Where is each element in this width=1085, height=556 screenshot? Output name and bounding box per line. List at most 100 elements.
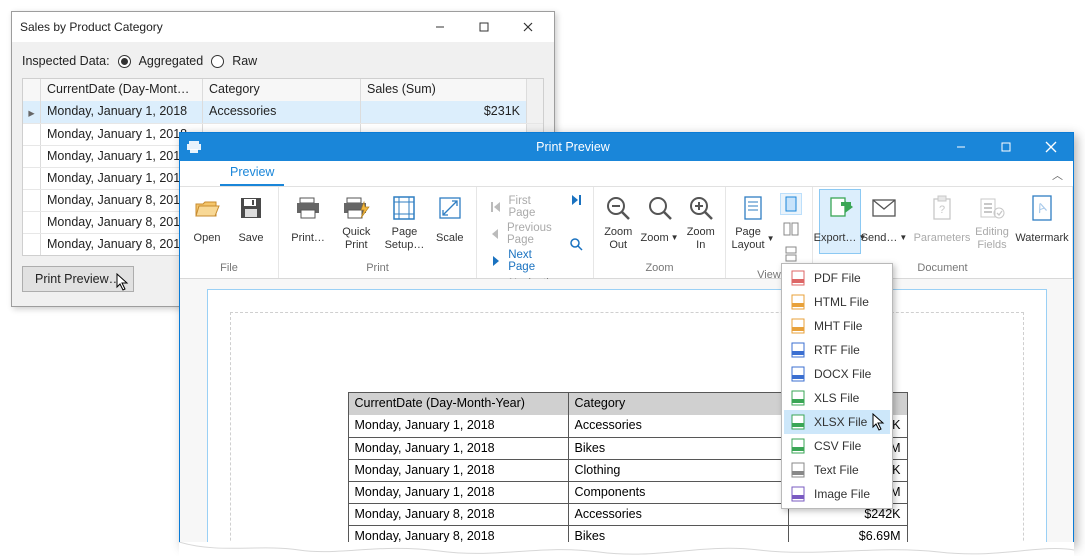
single-page-view-button[interactable]	[780, 193, 802, 215]
next-page-icon	[489, 254, 502, 268]
maximize-button[interactable]	[462, 13, 506, 41]
svg-text:?: ?	[939, 204, 945, 216]
preview-window-title: Print Preview	[208, 140, 938, 154]
chevron-down-icon: ▼	[767, 234, 775, 243]
sales-titlebar: Sales by Product Category	[12, 12, 554, 42]
preview-maximize-button[interactable]	[983, 133, 1028, 161]
envelope-icon	[871, 193, 897, 223]
preview-minimize-button[interactable]	[938, 133, 983, 161]
last-page-icon[interactable]	[569, 193, 583, 207]
page-setup-button[interactable]: Page Setup…	[381, 189, 427, 255]
export-menu-item[interactable]: Image File	[784, 482, 890, 506]
file-icon	[790, 462, 806, 478]
group-file-label: File	[180, 262, 278, 278]
folder-open-icon	[194, 193, 220, 223]
file-icon	[790, 366, 806, 382]
export-menu-item[interactable]: XLS File	[784, 386, 890, 410]
page-layout-button[interactable]: Page Layout▼	[732, 189, 774, 255]
scale-button[interactable]: Scale	[430, 189, 470, 254]
export-button[interactable]: Export…▼	[819, 189, 861, 254]
file-icon	[790, 294, 806, 310]
parameters-button: ? Parameters	[918, 189, 966, 254]
cell-date: Monday, January 1, 2018	[41, 101, 203, 123]
continuous-view-button[interactable]	[780, 243, 802, 265]
export-menu-label: HTML File	[814, 295, 869, 309]
sales-window-title: Sales by Product Category	[20, 20, 418, 34]
print-button[interactable]: Print…	[285, 189, 331, 254]
previous-page-button: Previous Page	[489, 222, 559, 246]
file-icon	[790, 486, 806, 502]
find-icon[interactable]	[569, 237, 583, 251]
inspected-data-row: Inspected Data: Aggregated Raw	[22, 54, 544, 68]
first-page-icon	[489, 200, 502, 214]
export-menu-item[interactable]: XLSX File	[784, 410, 890, 434]
export-dropdown: PDF File HTML File MHT File RTF File DOCX Fi…	[781, 263, 893, 509]
file-icon	[790, 414, 806, 430]
chevron-down-icon: ▼	[899, 233, 907, 242]
printer-icon	[295, 193, 321, 223]
torn-edge	[179, 542, 1074, 556]
page-layout-icon	[742, 193, 764, 223]
export-menu-item[interactable]: DOCX File	[784, 362, 890, 386]
col-date[interactable]: CurrentDate (Day-Month…	[41, 79, 203, 101]
preview-canvas[interactable]: CurrentDate (Day-Month-Year) Category Sa…	[180, 279, 1073, 544]
watermark-icon: A	[1030, 193, 1054, 223]
close-button[interactable]	[506, 13, 550, 41]
print-preview-button[interactable]: Print Preview…	[22, 266, 134, 292]
preview-close-button[interactable]	[1028, 133, 1073, 161]
export-menu-label: Text File	[814, 463, 859, 477]
save-button[interactable]: Save	[230, 189, 272, 254]
export-menu-label: XLS File	[814, 391, 859, 405]
printer-icon	[180, 140, 208, 154]
first-page-button: First Page	[489, 195, 559, 219]
export-menu-label: Image File	[814, 487, 870, 501]
quick-print-button[interactable]: Quick Print	[333, 189, 379, 255]
chevron-down-icon: ▼	[671, 233, 679, 242]
zoom-button[interactable]: Zoom▼	[639, 189, 681, 254]
export-menu-item[interactable]: Text File	[784, 458, 890, 482]
send-button[interactable]: Send…▼	[863, 189, 905, 254]
file-icon	[790, 342, 806, 358]
facing-pages-button[interactable]	[780, 218, 802, 240]
export-menu-label: CSV File	[814, 439, 861, 453]
next-page-button[interactable]: Next Page	[489, 249, 559, 273]
cell-sales: $231K	[361, 101, 527, 123]
radio-aggregated-label: Aggregated	[139, 54, 204, 68]
zoom-out-icon	[605, 193, 631, 223]
zoom-out-button[interactable]: Zoom Out	[600, 189, 637, 255]
cell-category: Accessories	[203, 101, 361, 123]
col-sales[interactable]: Sales (Sum)	[361, 79, 527, 101]
zoom-in-icon	[688, 193, 714, 223]
open-button[interactable]: Open	[186, 189, 228, 254]
preview-titlebar: Print Preview	[180, 133, 1073, 161]
scale-icon	[438, 193, 462, 223]
radio-aggregated[interactable]	[118, 55, 131, 68]
minimize-button[interactable]	[418, 13, 462, 41]
ribbon-tabs: Preview ︿	[180, 161, 1073, 187]
file-icon	[790, 390, 806, 406]
floppy-icon	[239, 193, 263, 223]
export-icon	[827, 193, 853, 223]
group-zoom-label: Zoom	[594, 262, 725, 278]
export-menu-item[interactable]: CSV File	[784, 434, 890, 458]
export-menu-item[interactable]: RTF File	[784, 338, 890, 362]
zoom-in-button[interactable]: Zoom In	[683, 189, 720, 255]
table-row[interactable]: ▸Monday, January 1, 2018Accessories$231K	[23, 101, 543, 123]
file-icon	[790, 270, 806, 286]
tab-preview[interactable]: Preview	[220, 161, 284, 186]
ribbon-collapse-icon[interactable]: ︿	[1052, 167, 1063, 183]
export-menu-label: PDF File	[814, 271, 861, 285]
export-menu-item[interactable]: MHT File	[784, 314, 890, 338]
export-menu-label: RTF File	[814, 343, 860, 357]
export-menu-item[interactable]: PDF File	[784, 266, 890, 290]
editing-fields-button: Editing Fields	[968, 189, 1016, 255]
export-menu-item[interactable]: HTML File	[784, 290, 890, 314]
file-icon	[790, 318, 806, 334]
group-print-label: Print	[279, 262, 476, 278]
export-menu-label: MHT File	[814, 319, 862, 333]
radio-raw-label: Raw	[232, 54, 257, 68]
col-category[interactable]: Category	[203, 79, 361, 101]
radio-raw[interactable]	[211, 55, 224, 68]
export-menu-label: DOCX File	[814, 367, 871, 381]
watermark-button[interactable]: A Watermark	[1018, 189, 1066, 254]
